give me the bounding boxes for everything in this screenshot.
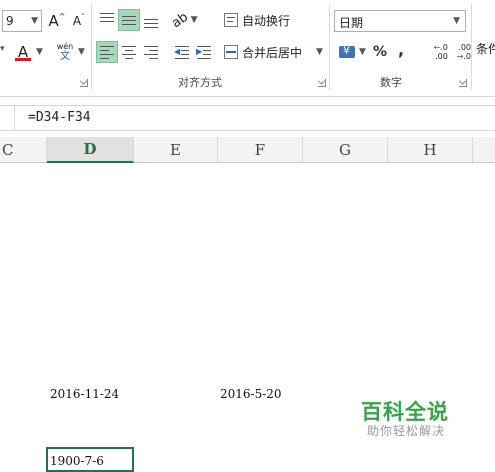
align-left-button[interactable] <box>96 41 118 63</box>
comma-style-button[interactable]: , <box>393 39 409 63</box>
font-color-chevron-icon[interactable]: ▼ <box>36 47 43 57</box>
formula-bar: =D34-F34 <box>0 105 495 131</box>
separator <box>91 4 92 90</box>
cell-d-date[interactable]: 2016-11-24 <box>50 387 119 401</box>
phonetic-char-icon: 文 <box>60 51 70 62</box>
merge-center-label: 合并后居中 <box>242 45 303 60</box>
comma-icon: , <box>397 39 405 59</box>
merge-chevron-icon[interactable]: ▼ <box>316 47 323 57</box>
formula-input[interactable]: =D34-F34 <box>28 110 91 125</box>
font-size-dropdown[interactable]: 9 ▼ <box>2 10 42 32</box>
increase-indent-button[interactable]: ▶ <box>194 41 214 63</box>
increase-font-icon: A <box>48 12 59 30</box>
chevron-down-icon: ▼ <box>453 16 460 26</box>
separator <box>329 4 330 90</box>
alignment-group-launcher-icon[interactable] <box>318 79 326 87</box>
alignment-group-label: 对齐方式 <box>178 76 222 89</box>
font-color-button[interactable]: A <box>12 40 34 64</box>
phonetic-chevron-icon[interactable]: ▼ <box>78 47 85 57</box>
name-box-edge[interactable] <box>0 106 15 130</box>
wrap-text-label: 自动换行 <box>242 13 291 28</box>
percent-style-button[interactable]: % <box>371 41 389 63</box>
merge-center-icon <box>224 45 238 59</box>
percent-icon: % <box>372 44 388 60</box>
active-cell[interactable]: 1900-7-6 <box>46 447 134 472</box>
font-group-launcher-icon[interactable] <box>80 79 88 87</box>
number-group-launcher-icon[interactable] <box>459 79 467 87</box>
top-align-icon <box>99 13 115 27</box>
chevron-down-icon: ▼ <box>31 16 38 26</box>
top-align-button[interactable] <box>96 9 118 31</box>
separator <box>471 4 472 90</box>
number-format-dropdown[interactable]: 日期 ▼ <box>334 10 466 32</box>
decrease-indent-button[interactable]: ◀ <box>172 41 192 63</box>
align-right-button[interactable] <box>140 41 162 63</box>
decrease-decimal-icon: .00 →.0 <box>456 43 471 61</box>
watermark-subtitle: 助你轻松解决 <box>367 424 446 438</box>
decrease-indent-icon: ◀ <box>174 45 190 59</box>
column-header-d[interactable]: D <box>47 137 134 163</box>
column-header-f[interactable]: F <box>218 137 303 163</box>
bottom-align-button[interactable] <box>140 9 162 31</box>
decrease-font-icon: A <box>72 14 82 28</box>
accounting-format-button[interactable]: ¥ <box>336 41 358 63</box>
middle-align-icon <box>121 13 137 27</box>
decrease-font-size-button[interactable]: Aˇ <box>70 10 88 32</box>
align-center-icon <box>121 45 137 59</box>
number-group-label: 数字 <box>380 76 402 89</box>
orientation-icon: ab <box>169 9 192 31</box>
accounting-chevron-icon[interactable]: ▼ <box>359 47 366 57</box>
bottom-align-icon <box>143 13 159 28</box>
caret-down-small-icon: ˇ <box>81 12 86 22</box>
conditional-format-partial[interactable]: 条件 <box>476 40 495 57</box>
column-header-g[interactable]: G <box>303 137 388 163</box>
fill-color-caret[interactable]: ▾ <box>0 44 5 54</box>
orientation-chevron-icon: ▼ <box>190 15 198 25</box>
cell-f-date[interactable]: 2016-5-20 <box>220 387 282 401</box>
align-left-icon <box>99 45 115 59</box>
increase-decimal-button[interactable]: ←.0.00 <box>422 40 447 64</box>
increase-font-size-button[interactable]: A ^ <box>48 10 66 32</box>
phonetic-guide-button[interactable]: wén 文 <box>54 40 76 64</box>
wrap-text-button[interactable]: 自动换行 <box>224 9 300 31</box>
decrease-decimal-button[interactable]: .00 →.0 <box>446 40 471 64</box>
cell-d-result: 1900-7-6 <box>50 454 104 468</box>
font-color-bar <box>15 58 31 61</box>
increase-indent-icon: ▶ <box>196 45 212 59</box>
font-size-value: 9 <box>6 14 14 28</box>
wrap-text-icon <box>224 13 238 27</box>
currency-icon: ¥ <box>339 44 355 58</box>
column-header-h[interactable]: H <box>388 137 473 163</box>
caret-up-icon: ^ <box>58 11 66 21</box>
align-center-button[interactable] <box>118 41 140 63</box>
middle-align-button[interactable] <box>118 9 140 31</box>
column-header-e[interactable]: E <box>134 137 218 163</box>
align-right-icon <box>143 45 159 59</box>
orientation-button[interactable]: ab ▼ <box>170 9 200 31</box>
ribbon: 9 ▼ A ^ Aˇ ▾ A ▼ wén 文 ▼ ab ▼ ◀ ▶ 自动换行 合… <box>0 0 495 97</box>
number-format-value: 日期 <box>339 16 364 30</box>
column-header-c[interactable]: C <box>0 137 47 163</box>
column-header-partial[interactable] <box>473 137 495 163</box>
merge-center-button[interactable]: 合并后居中 <box>224 41 306 63</box>
